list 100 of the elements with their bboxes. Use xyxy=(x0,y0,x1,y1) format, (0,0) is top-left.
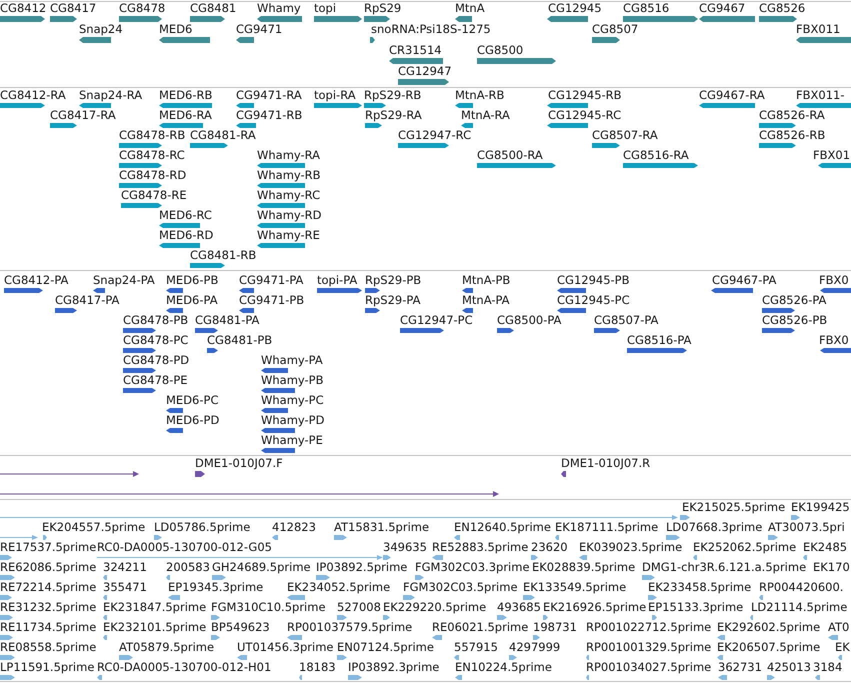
transcript-arrow[interactable] xyxy=(159,243,200,248)
est-arrow[interactable] xyxy=(0,575,15,580)
est-arrow[interactable] xyxy=(316,575,330,580)
gene-arrow[interactable] xyxy=(0,16,45,22)
est-arrow[interactable] xyxy=(0,675,15,680)
est-arrow[interactable] xyxy=(642,575,655,580)
est-arrow[interactable] xyxy=(693,555,697,560)
protein-arrow[interactable] xyxy=(207,348,218,353)
gene-arrow[interactable] xyxy=(759,16,797,22)
est-arrow[interactable] xyxy=(166,575,170,580)
transcript-arrow[interactable] xyxy=(818,163,851,168)
est-arrow[interactable] xyxy=(383,555,391,560)
transcript-arrow[interactable] xyxy=(190,263,225,268)
est-arrow[interactable] xyxy=(237,655,247,660)
gene-arrow[interactable] xyxy=(796,37,851,43)
protein-arrow[interactable] xyxy=(497,328,514,333)
est-arrow[interactable] xyxy=(454,655,459,660)
transcript-arrow[interactable] xyxy=(257,203,305,208)
protein-arrow[interactable] xyxy=(93,288,105,293)
protein-arrow[interactable] xyxy=(557,308,586,313)
protein-arrow[interactable] xyxy=(166,408,183,413)
est-arrow[interactable] xyxy=(287,635,302,640)
est-arrow[interactable] xyxy=(415,575,424,580)
est-arrow[interactable] xyxy=(97,555,383,560)
protein-arrow[interactable] xyxy=(239,308,254,313)
transcript-arrow[interactable] xyxy=(759,143,796,148)
clone-end-arrow[interactable] xyxy=(195,471,205,477)
est-arrow[interactable] xyxy=(759,595,763,600)
transcript-arrow[interactable] xyxy=(699,103,755,108)
gene-arrow[interactable] xyxy=(314,16,362,22)
protein-arrow[interactable] xyxy=(820,288,851,293)
est-arrow[interactable] xyxy=(0,635,13,640)
protein-arrow[interactable] xyxy=(4,288,43,293)
est-arrow[interactable] xyxy=(586,675,589,680)
est-arrow[interactable] xyxy=(523,595,535,600)
protein-arrow[interactable] xyxy=(365,288,380,293)
protein-arrow[interactable] xyxy=(123,388,156,393)
gene-arrow[interactable] xyxy=(455,16,472,22)
est-arrow[interactable] xyxy=(791,515,800,520)
est-arrow[interactable] xyxy=(750,615,753,620)
transcript-arrow[interactable] xyxy=(159,103,212,108)
protein-arrow[interactable] xyxy=(400,328,444,333)
protein-arrow[interactable] xyxy=(166,308,183,313)
transcript-arrow[interactable] xyxy=(119,163,162,168)
protein-arrow[interactable] xyxy=(261,408,288,413)
protein-arrow[interactable] xyxy=(762,328,795,333)
gene-arrow[interactable] xyxy=(370,37,375,43)
est-arrow[interactable] xyxy=(348,675,362,680)
gene-arrow[interactable] xyxy=(50,16,77,22)
est-arrow[interactable] xyxy=(0,595,12,600)
est-arrow[interactable] xyxy=(509,655,517,660)
protein-arrow[interactable] xyxy=(239,288,254,293)
protein-arrow[interactable] xyxy=(123,368,156,373)
est-arrow[interactable] xyxy=(815,675,820,680)
transcript-arrow[interactable] xyxy=(365,123,382,128)
est-arrow[interactable] xyxy=(119,655,133,660)
clone-end-arrow[interactable] xyxy=(0,471,139,477)
protein-arrow[interactable] xyxy=(762,308,795,313)
protein-arrow[interactable] xyxy=(462,308,473,313)
est-arrow[interactable] xyxy=(555,535,559,540)
est-arrow[interactable] xyxy=(0,655,15,660)
est-arrow[interactable] xyxy=(648,595,657,600)
est-arrow[interactable] xyxy=(586,655,589,660)
est-arrow[interactable] xyxy=(212,575,226,580)
protein-arrow[interactable] xyxy=(261,388,295,393)
est-arrow[interactable] xyxy=(272,535,278,540)
transcript-arrow[interactable] xyxy=(547,123,588,128)
protein-arrow[interactable] xyxy=(462,288,473,293)
est-arrow[interactable] xyxy=(103,635,107,640)
est-arrow[interactable] xyxy=(666,535,680,540)
est-arrow[interactable] xyxy=(97,675,102,680)
est-arrow[interactable] xyxy=(543,615,548,620)
transcript-arrow[interactable] xyxy=(236,123,256,128)
protein-arrow[interactable] xyxy=(55,308,77,313)
est-arrow[interactable] xyxy=(334,535,347,540)
gene-arrow[interactable] xyxy=(159,37,210,43)
est-arrow[interactable] xyxy=(103,595,107,600)
est-arrow[interactable] xyxy=(0,515,678,520)
protein-arrow[interactable] xyxy=(166,288,183,293)
gene-arrow[interactable] xyxy=(364,16,390,22)
transcript-arrow[interactable] xyxy=(257,223,305,228)
protein-arrow[interactable] xyxy=(820,348,851,353)
protein-arrow[interactable] xyxy=(594,328,620,333)
protein-arrow[interactable] xyxy=(557,288,586,293)
gene-arrow[interactable] xyxy=(236,37,254,43)
gene-arrow[interactable] xyxy=(190,16,225,22)
est-arrow[interactable] xyxy=(337,655,347,660)
est-arrow[interactable] xyxy=(718,675,727,680)
est-arrow[interactable] xyxy=(43,535,47,540)
gene-arrow[interactable] xyxy=(547,16,588,22)
transcript-arrow[interactable] xyxy=(159,123,203,128)
transcript-arrow[interactable] xyxy=(796,103,851,108)
gene-arrow[interactable] xyxy=(79,37,111,43)
est-arrow[interactable] xyxy=(383,615,390,620)
est-arrow[interactable] xyxy=(103,615,107,620)
transcript-arrow[interactable] xyxy=(257,243,305,248)
transcript-arrow[interactable] xyxy=(759,123,796,128)
est-arrow[interactable] xyxy=(533,635,540,640)
est-arrow[interactable] xyxy=(579,555,587,560)
est-arrow[interactable] xyxy=(432,635,442,640)
